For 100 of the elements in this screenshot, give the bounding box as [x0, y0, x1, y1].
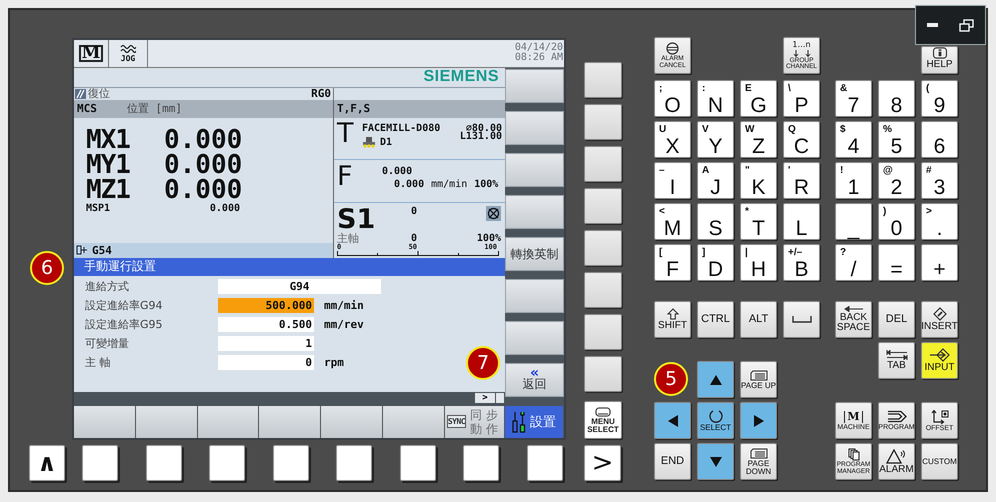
input-key[interactable]: INPUT: [921, 342, 958, 379]
keyboard-key[interactable]: % 5: [878, 121, 915, 158]
blank-key[interactable]: [146, 445, 182, 481]
input-field[interactable]: 1: [218, 336, 314, 351]
keyboard-key[interactable]: : N: [697, 80, 734, 117]
left-arrow-icon: [844, 306, 864, 312]
left-triangle-icon: [668, 414, 678, 426]
softkey[interactable]: « 返回: [505, 362, 564, 397]
down-arrow-key[interactable]: [697, 443, 734, 480]
blank-key[interactable]: [400, 445, 436, 481]
keyboard-key[interactable]: 8: [878, 80, 915, 117]
blank-key[interactable]: [584, 104, 622, 140]
blank-key[interactable]: [526, 445, 563, 481]
keyboard-key[interactable]: +: [921, 244, 958, 281]
keyboard-key[interactable]: ? /: [835, 244, 872, 281]
tool-icon: [362, 136, 376, 148]
blank-key[interactable]: [584, 146, 622, 182]
keyboard-key[interactable]: @ 2: [878, 162, 915, 199]
keyboard-key[interactable]: E G: [740, 80, 777, 117]
insert-key[interactable]: INSERT: [921, 301, 958, 338]
alt-key[interactable]: ALT: [740, 301, 777, 338]
blank-key[interactable]: [336, 445, 372, 481]
softkey[interactable]: [259, 406, 322, 438]
keyboard-key[interactable]: & 7: [835, 80, 872, 117]
shift-key[interactable]: SHIFT: [654, 301, 691, 338]
end-key[interactable]: END: [654, 443, 691, 480]
blank-key[interactable]: [584, 356, 622, 392]
blank-key[interactable]: [584, 230, 622, 266]
keyboard-key[interactable]: W Z: [740, 121, 777, 158]
input-field[interactable]: 0: [218, 354, 314, 370]
alarm-key[interactable]: ALARM: [878, 443, 915, 480]
scroll-box: [496, 392, 504, 403]
page-up-key[interactable]: PAGE UP: [740, 361, 777, 398]
softkey[interactable]: [74, 406, 136, 438]
tool-length: L131.00: [460, 130, 502, 144]
del-key[interactable]: DEL: [878, 301, 915, 338]
blank-key[interactable]: [584, 272, 622, 308]
previous-key[interactable]: ∧: [29, 445, 65, 481]
jog-mode-tab[interactable]: JOG: [109, 40, 148, 67]
select-key[interactable]: SELECT: [697, 402, 734, 439]
keyboard-key[interactable]: ! 1: [835, 162, 872, 199]
input-field[interactable]: 0.500: [218, 316, 314, 332]
keyboard-key[interactable]: L: [783, 203, 820, 240]
up-arrow-key[interactable]: [697, 361, 734, 398]
ctrl-key[interactable]: CTRL: [697, 301, 734, 338]
left-arrow-key[interactable]: [654, 402, 691, 439]
more-button[interactable]: >: [475, 392, 495, 403]
blank-key[interactable]: [584, 188, 622, 224]
keyboard-key[interactable]: # 3: [921, 162, 958, 199]
keyboard-key[interactable]: +/– B: [783, 244, 820, 281]
blank-key[interactable]: [272, 445, 309, 481]
softkey[interactable]: [198, 406, 260, 438]
tab-arrows-icon: [886, 350, 908, 360]
keyboard-key[interactable]: \ P: [783, 80, 820, 117]
keyboard-key[interactable]: V Y: [697, 121, 734, 158]
blank-key[interactable]: [209, 445, 246, 481]
right-arrow-key[interactable]: [740, 402, 777, 439]
keyboard-key[interactable]: Q C: [783, 121, 820, 158]
space-key[interactable]: [783, 301, 820, 338]
blank-key[interactable]: [584, 314, 622, 350]
keyboard-key[interactable]: – I: [654, 162, 691, 199]
keyboard-key[interactable]: S: [697, 203, 734, 240]
blank-key[interactable]: [584, 62, 622, 98]
keyboard-key[interactable]: > .: [921, 203, 958, 240]
keyboard-key[interactable]: " K: [740, 162, 777, 199]
softkey[interactable]: 設置: [504, 406, 564, 438]
help-key[interactable]: HELP: [921, 46, 958, 74]
keyboard-key[interactable]: ( 9: [921, 80, 958, 117]
keyboard-key[interactable]: U X: [654, 121, 691, 158]
input-field[interactable]: G94: [218, 278, 381, 294]
softkey[interactable]: 轉換英制: [505, 236, 564, 271]
keyboard-key[interactable]: 6: [921, 121, 958, 158]
crossed-circle-icon: [486, 206, 501, 221]
minimize-icon[interactable]: [926, 23, 938, 27]
keyboard-key[interactable]: _: [835, 203, 872, 240]
tab-key[interactable]: TAB: [878, 342, 915, 379]
page-down-key[interactable]: PAGE DOWN: [740, 443, 777, 480]
keyboard-key[interactable]: * T: [740, 203, 777, 240]
keyboard-key[interactable]: | H: [740, 244, 777, 281]
softkey[interactable]: [321, 406, 384, 438]
blank-key[interactable]: [82, 445, 118, 481]
keyboard-key[interactable]: =: [878, 244, 915, 281]
restore-icon[interactable]: [959, 18, 974, 32]
backspace-key[interactable]: BACK SPACE: [835, 301, 872, 338]
blank-key[interactable]: [463, 445, 500, 481]
keyboard-key[interactable]: $ 4: [835, 121, 872, 158]
keyboard-key[interactable]: ' R: [783, 162, 820, 199]
softkey[interactable]: [383, 406, 445, 438]
keyboard-key[interactable]: < M: [654, 203, 691, 240]
keyboard-key[interactable]: A J: [697, 162, 734, 199]
menu-select-key[interactable]: MENU SELECT: [584, 401, 622, 439]
softkey[interactable]: [136, 406, 198, 438]
custom-key[interactable]: CUSTOM: [921, 443, 958, 480]
input-field[interactable]: 500.000: [218, 298, 314, 313]
keyboard-key[interactable]: [ F: [654, 244, 691, 281]
keyboard-key[interactable]: ) 0: [878, 203, 915, 240]
channel-text: RG0: [311, 88, 332, 100]
keyboard-key[interactable]: ; O: [654, 80, 691, 117]
keyboard-key[interactable]: ] D: [697, 244, 734, 281]
next-key[interactable]: >: [584, 445, 621, 481]
